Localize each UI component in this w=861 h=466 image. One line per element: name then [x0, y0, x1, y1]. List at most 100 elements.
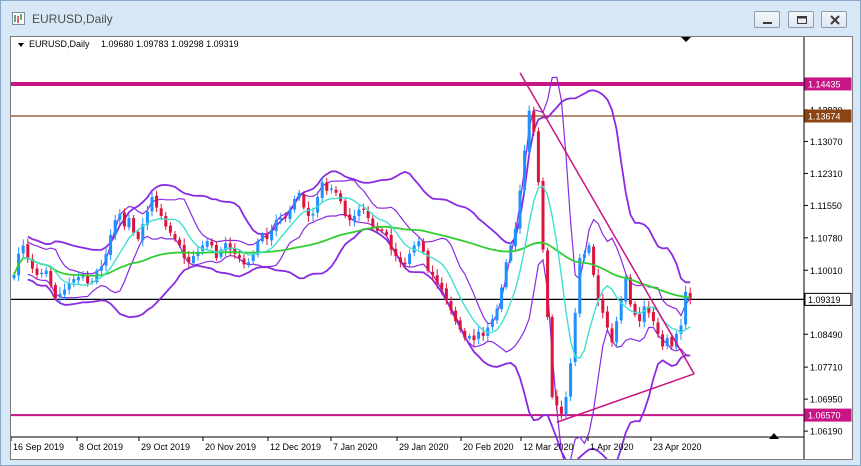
minimize-button[interactable]	[754, 11, 780, 28]
candle-body	[601, 299, 605, 313]
candle-body	[408, 253, 412, 264]
candle-body	[550, 317, 554, 397]
time-tick-label: 12 Mar 2020	[523, 442, 574, 452]
candle-body	[523, 150, 527, 190]
candle-body	[596, 275, 600, 301]
time-tick-label: 7 Jan 2020	[333, 442, 378, 452]
candle-body	[661, 334, 665, 347]
price-tick-label: 1.06190	[810, 427, 843, 437]
price-tick-label: 1.10780	[810, 233, 843, 243]
candle-body	[472, 335, 476, 341]
candle-body	[40, 272, 44, 275]
candle-body	[343, 200, 347, 216]
candle-body	[76, 277, 80, 281]
candle-body	[638, 313, 642, 322]
candle-body	[642, 306, 646, 323]
price-chart[interactable]: EURUSD,Daily 1.09680 1.09783 1.09298 1.0…	[11, 37, 852, 459]
candle-body	[357, 209, 361, 216]
ohlc-readout: 1.09680 1.09783 1.09298 1.09319	[101, 39, 239, 49]
candle-body	[440, 282, 444, 290]
candle-body	[394, 248, 398, 256]
candle-body	[403, 262, 407, 265]
time-tick-label: 20 Feb 2020	[463, 442, 514, 452]
candle-body	[532, 111, 536, 132]
price-tick-label: 1.13070	[810, 137, 843, 147]
candle-body	[136, 231, 140, 240]
time-tick-label: 29 Oct 2019	[141, 442, 190, 452]
candle-body	[371, 218, 375, 227]
candle-body	[587, 245, 591, 253]
candle-body	[150, 197, 154, 212]
price-tick-label: 1.08490	[810, 330, 843, 340]
candle-body	[293, 199, 297, 210]
candle-body	[164, 215, 168, 227]
candle-body	[210, 241, 214, 246]
candle-body	[325, 182, 329, 191]
candle-body	[385, 231, 389, 235]
price-level-tag-label: 1.09319	[808, 295, 841, 305]
candle-body	[624, 277, 628, 302]
candle-body	[444, 288, 448, 301]
chart-window: EURUSD,Daily EURUSD,Daily 1.09680 1.0978…	[0, 0, 861, 466]
candle-body	[578, 258, 582, 314]
candle-body	[311, 213, 315, 216]
price-tick-label: 1.10010	[810, 266, 843, 276]
price-level-tag-label: 1.13674	[808, 111, 841, 121]
candle-body	[546, 250, 550, 317]
candle-body	[182, 245, 186, 259]
candle-body	[651, 311, 655, 322]
restore-button[interactable]	[788, 11, 814, 28]
candle-body	[348, 214, 352, 221]
candle-body	[569, 363, 573, 397]
candle-body	[509, 245, 513, 261]
time-tick-label: 12 Dec 2019	[270, 442, 321, 452]
candle-body	[12, 274, 16, 279]
candle-body	[283, 216, 287, 219]
candle-body	[132, 218, 136, 233]
candle-body	[49, 271, 53, 286]
candle-body	[44, 270, 48, 275]
time-tick-label: 16 Sep 2019	[13, 442, 64, 452]
inner-lower-band	[27, 214, 691, 459]
candle-body	[242, 258, 246, 265]
candle-body	[362, 208, 366, 210]
candle-body	[334, 189, 338, 193]
candle-body	[559, 406, 563, 414]
inner-upper-band	[27, 76, 691, 325]
candle-body	[610, 328, 614, 343]
candle-body	[274, 220, 278, 232]
candle-body	[21, 245, 25, 254]
autoscroll-marker-icon[interactable]	[769, 433, 779, 439]
candle-body	[104, 253, 108, 266]
chart-menu-triangle-icon[interactable]	[18, 43, 24, 47]
candle-body	[582, 253, 586, 259]
candle-body	[477, 331, 481, 339]
candle-body	[513, 228, 517, 247]
candle-body	[72, 279, 76, 283]
candle-body	[168, 225, 172, 233]
candle-body	[155, 195, 159, 208]
candle-body	[122, 212, 126, 227]
candle-body	[555, 396, 559, 406]
time-tick-label: 23 Apr 2020	[653, 442, 702, 452]
title-bar[interactable]: EURUSD,Daily	[1, 1, 860, 35]
close-button[interactable]	[821, 11, 847, 28]
candle-body	[205, 241, 209, 247]
candle-body	[113, 220, 117, 236]
candle-body	[463, 330, 467, 339]
candle-body	[615, 321, 619, 343]
candle-body	[398, 257, 402, 263]
chart-area[interactable]: EURUSD,Daily 1.09680 1.09783 1.09298 1.0…	[10, 36, 853, 460]
candle-body	[302, 194, 306, 208]
candle-body	[297, 192, 301, 199]
candle-body	[518, 190, 522, 229]
candle-body	[656, 322, 660, 334]
candle-body	[53, 285, 57, 299]
chart-shift-marker-icon[interactable]	[681, 37, 691, 42]
candle-body	[260, 234, 264, 242]
candle-body	[306, 207, 310, 216]
price-level-tag-label: 1.14435	[808, 79, 841, 89]
candle-body	[35, 268, 39, 275]
candle-body	[99, 266, 103, 271]
candle-body	[191, 255, 195, 264]
